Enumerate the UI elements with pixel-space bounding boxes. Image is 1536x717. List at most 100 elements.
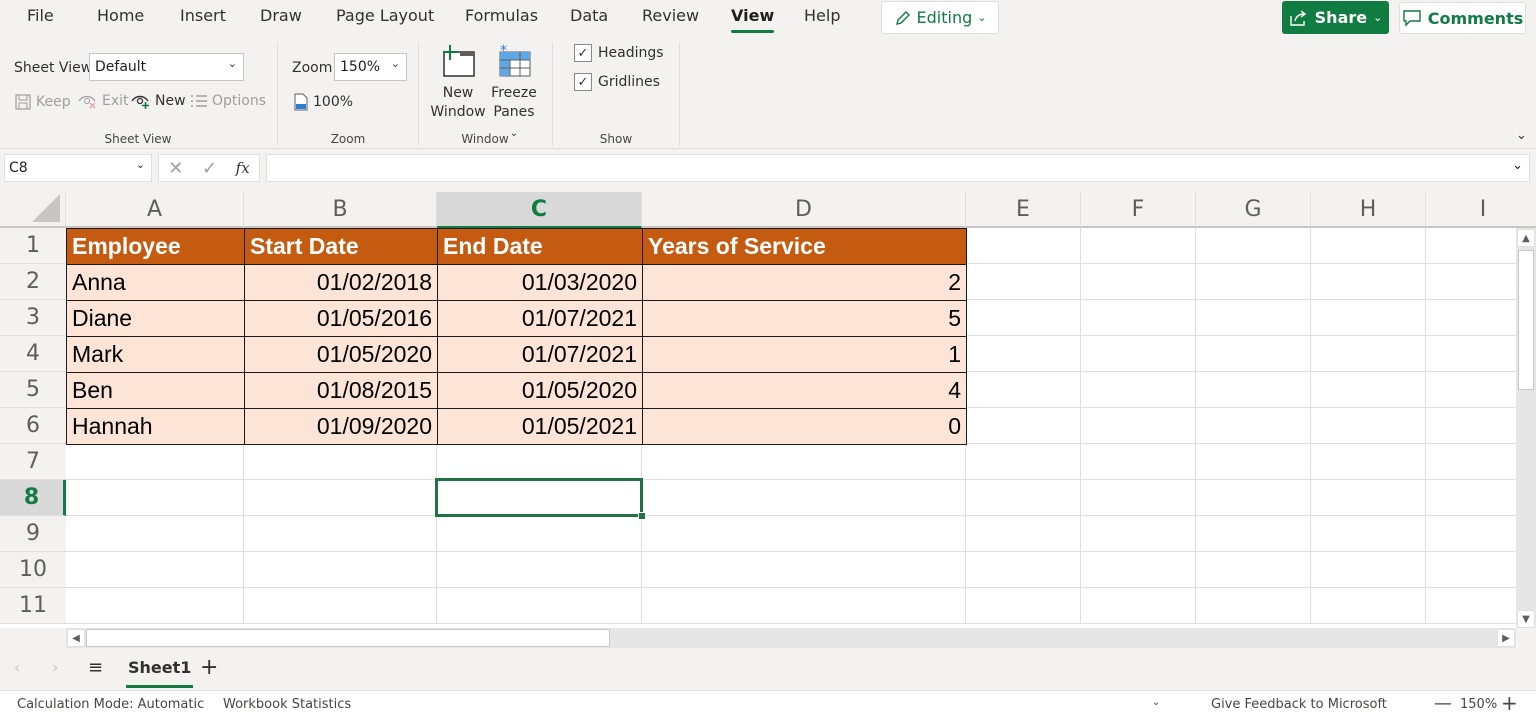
row-header-6[interactable]: 6 — [0, 408, 66, 444]
select-all-button[interactable] — [0, 192, 66, 228]
cell-e3[interactable] — [966, 300, 1081, 336]
fill-handle[interactable] — [638, 512, 646, 520]
tab-draw[interactable]: Draw — [260, 6, 302, 25]
cell-e8[interactable] — [966, 480, 1081, 516]
all-sheets-menu-icon[interactable]: ≡ — [88, 657, 103, 678]
keep-button[interactable]: Keep — [14, 93, 71, 111]
column-header-i[interactable]: I — [1426, 192, 1536, 228]
table-cell[interactable]: 01/08/2015 — [244, 372, 438, 409]
share-button[interactable]: Share ⌄ — [1282, 1, 1389, 34]
enter-check-icon[interactable]: ✓ — [202, 158, 217, 179]
tab-view[interactable]: View — [731, 6, 775, 33]
cell-e2[interactable] — [966, 264, 1081, 300]
row-header-10[interactable]: 10 — [0, 552, 66, 588]
zoom-select[interactable]: 150% ⌄ — [334, 53, 407, 81]
cell-d8[interactable] — [642, 480, 966, 516]
tab-home[interactable]: Home — [97, 6, 144, 25]
table-cell[interactable]: Hannah — [66, 408, 245, 445]
cell-g1[interactable] — [1196, 228, 1311, 264]
table-header-cell[interactable]: End Date — [437, 228, 643, 265]
table-header-cell[interactable]: Employee — [66, 228, 245, 265]
cell-g8[interactable] — [1196, 480, 1311, 516]
cell-h1[interactable] — [1311, 228, 1426, 264]
cell-c8[interactable] — [437, 480, 642, 516]
row-header-7[interactable]: 7 — [0, 444, 66, 480]
tab-file[interactable]: File — [27, 6, 54, 25]
cell-a7[interactable] — [66, 444, 244, 480]
sheet-tab-sheet1[interactable]: Sheet1 — [125, 658, 194, 688]
status-zoom-level[interactable]: 150% — [1460, 697, 1497, 712]
cell-h9[interactable] — [1311, 516, 1426, 552]
cell-e6[interactable] — [966, 408, 1081, 444]
cell-c11[interactable] — [437, 588, 642, 624]
cell-g2[interactable] — [1196, 264, 1311, 300]
formula-input[interactable]: ⌄ — [266, 154, 1530, 182]
cell-c9[interactable] — [437, 516, 642, 552]
cell-d7[interactable] — [642, 444, 966, 480]
cell-e5[interactable] — [966, 372, 1081, 408]
cell-d11[interactable] — [642, 588, 966, 624]
row-header-9[interactable]: 9 — [0, 516, 66, 552]
cell-f8[interactable] — [1081, 480, 1196, 516]
tab-data[interactable]: Data — [570, 6, 608, 25]
freeze-panes-button[interactable]: * Freeze Panes ⌄ — [488, 43, 540, 143]
table-cell[interactable]: Diane — [66, 300, 245, 337]
cell-a8[interactable] — [66, 480, 244, 516]
cell-e11[interactable] — [966, 588, 1081, 624]
cell-e1[interactable] — [966, 228, 1081, 264]
column-header-b[interactable]: B — [244, 192, 437, 228]
cell-g6[interactable] — [1196, 408, 1311, 444]
tab-review[interactable]: Review — [642, 6, 699, 25]
cell-a11[interactable] — [66, 588, 244, 624]
column-header-d[interactable]: D — [642, 192, 966, 228]
tab-page-layout[interactable]: Page Layout — [336, 6, 434, 25]
cell-f7[interactable] — [1081, 444, 1196, 480]
cell-g4[interactable] — [1196, 336, 1311, 372]
give-feedback-link[interactable]: Give Feedback to Microsoft — [1211, 697, 1387, 712]
cell-b9[interactable] — [244, 516, 437, 552]
cell-h6[interactable] — [1311, 408, 1426, 444]
table-cell[interactable]: 01/09/2020 — [244, 408, 438, 445]
cell-h5[interactable] — [1311, 372, 1426, 408]
row-header-4[interactable]: 4 — [0, 336, 66, 372]
cell-f4[interactable] — [1081, 336, 1196, 372]
options-button[interactable]: Options — [190, 93, 266, 109]
cell-f11[interactable] — [1081, 588, 1196, 624]
column-header-f[interactable]: F — [1081, 192, 1196, 228]
headings-checkbox[interactable]: ✓ Headings — [574, 44, 664, 62]
new-sheet-view-button[interactable]: New — [131, 93, 186, 109]
row-header-5[interactable]: 5 — [0, 372, 66, 408]
insert-function-icon[interactable]: fx — [236, 159, 250, 177]
column-header-g[interactable]: G — [1196, 192, 1311, 228]
column-header-e[interactable]: E — [966, 192, 1081, 228]
zoom-in-icon[interactable]: + — [1501, 691, 1518, 715]
table-cell[interactable]: 01/02/2018 — [244, 264, 438, 301]
comments-button[interactable]: Comments — [1399, 2, 1526, 34]
gridlines-checkbox[interactable]: ✓ Gridlines — [574, 73, 660, 91]
cell-e9[interactable] — [966, 516, 1081, 552]
table-cell[interactable]: 4 — [642, 372, 967, 409]
tab-formulas[interactable]: Formulas — [465, 6, 538, 25]
cell-h2[interactable] — [1311, 264, 1426, 300]
column-header-a[interactable]: A — [66, 192, 244, 228]
table-cell[interactable]: 01/07/2021 — [437, 336, 643, 373]
cell-e7[interactable] — [966, 444, 1081, 480]
row-header-8[interactable]: 8 — [0, 480, 66, 516]
cell-c7[interactable] — [437, 444, 642, 480]
cell-f2[interactable] — [1081, 264, 1196, 300]
table-header-cell[interactable]: Years of Service — [642, 228, 967, 265]
calculation-mode[interactable]: Calculation Mode: Automatic — [17, 697, 204, 712]
sheet-view-select[interactable]: Default ⌄ — [89, 53, 244, 81]
name-box[interactable]: C8 ⌄ — [4, 154, 152, 182]
row-header-2[interactable]: 2 — [0, 264, 66, 300]
cell-f9[interactable] — [1081, 516, 1196, 552]
table-cell[interactable]: Mark — [66, 336, 245, 373]
workbook-statistics[interactable]: Workbook Statistics — [223, 697, 351, 712]
exit-button[interactable]: Exit — [78, 93, 129, 109]
horizontal-scroll-thumb[interactable] — [86, 629, 610, 647]
row-header-1[interactable]: 1 — [0, 228, 66, 264]
cell-g10[interactable] — [1196, 552, 1311, 588]
scroll-right-icon[interactable]: ▶ — [1497, 629, 1515, 647]
table-cell[interactable]: 01/05/2021 — [437, 408, 643, 445]
column-header-c[interactable]: C — [437, 192, 642, 228]
